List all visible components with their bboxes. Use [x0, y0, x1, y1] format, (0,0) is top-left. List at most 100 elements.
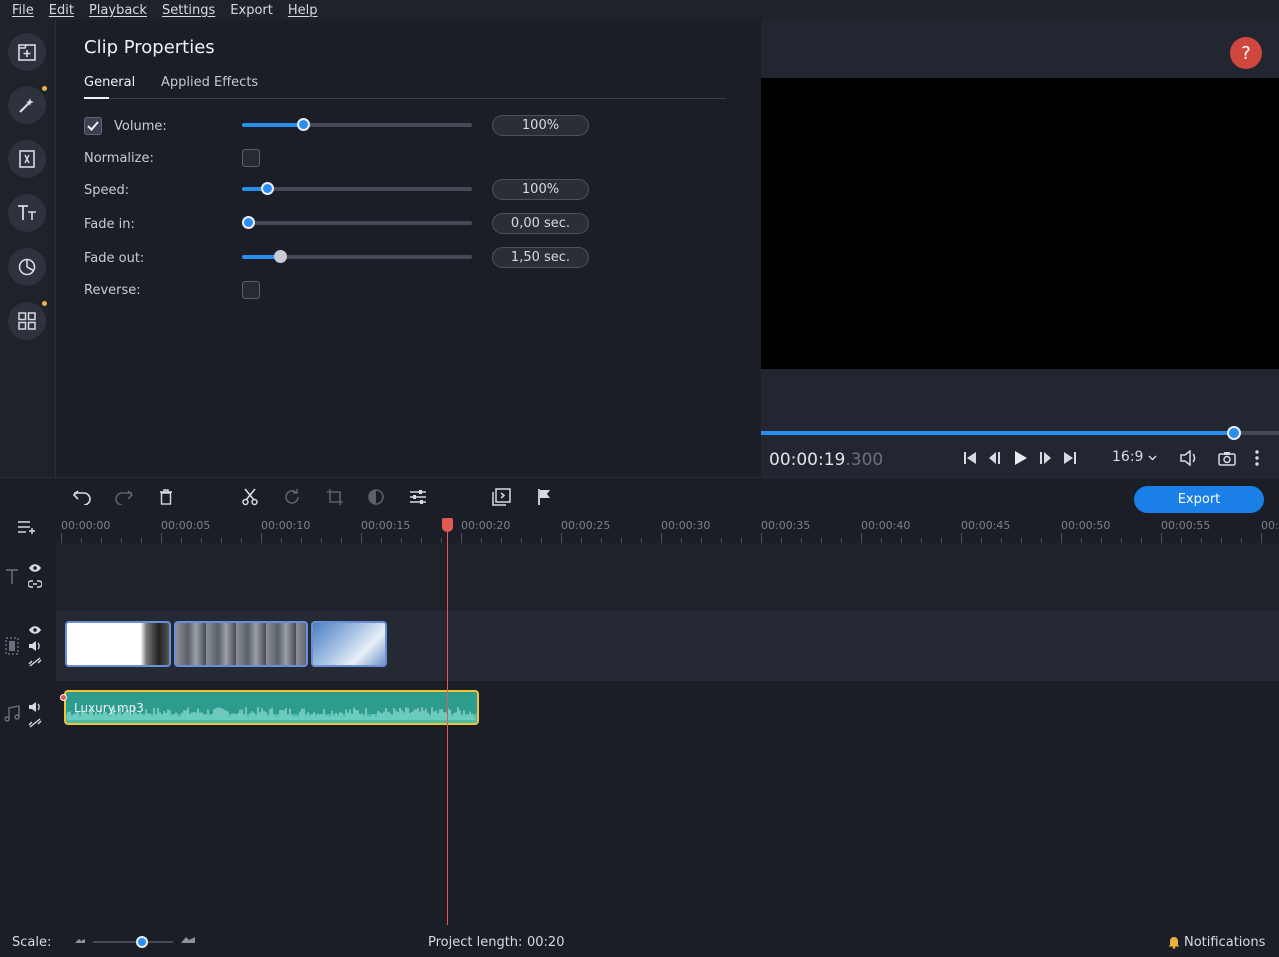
notifications-button[interactable]: Notifications — [1184, 935, 1265, 950]
menu-export[interactable]: Export — [230, 3, 273, 18]
redo-button[interactable] — [113, 486, 135, 508]
ruler-tick-label: 00:00:40 — [861, 519, 911, 532]
video-clip-2[interactable] — [174, 621, 308, 667]
playhead-handle[interactable] — [442, 518, 453, 532]
crop-button[interactable] — [324, 486, 346, 508]
color-adjust-button[interactable] — [365, 486, 387, 508]
fade-out-slider-knob[interactable] — [274, 250, 287, 263]
chevron-down-icon — [1148, 455, 1157, 461]
menu-playback[interactable]: Playback — [89, 3, 147, 18]
ruler-tick — [1261, 533, 1262, 543]
volume-value[interactable]: 100% — [492, 115, 589, 136]
volume-button[interactable] — [1179, 448, 1199, 468]
delete-button[interactable] — [155, 486, 177, 508]
speaker-icon[interactable] — [28, 701, 42, 713]
fade-in-slider-knob[interactable] — [242, 216, 255, 229]
transitions-button[interactable] — [8, 140, 46, 178]
volume-slider-knob[interactable] — [297, 118, 310, 131]
scale-slider[interactable] — [93, 936, 173, 948]
fade-in-value[interactable]: 0,00 sec. — [492, 213, 589, 234]
menu-edit[interactable]: Edit — [49, 3, 74, 18]
fade-out-label: Fade out: — [84, 251, 145, 266]
playback-progress-knob[interactable] — [1227, 426, 1241, 440]
zoom-out-icon[interactable] — [74, 938, 86, 944]
volume-checkbox[interactable] — [84, 117, 102, 135]
playback-progress-track[interactable] — [1235, 431, 1279, 435]
skip-to-start-button[interactable] — [960, 448, 980, 468]
playhead-line — [447, 520, 448, 925]
next-frame-button[interactable] — [1036, 448, 1056, 468]
eye-icon[interactable] — [28, 625, 42, 635]
add-track-button[interactable] — [17, 519, 37, 539]
more-vertical-icon — [1255, 450, 1259, 466]
ruler-tick — [461, 533, 462, 543]
audio-volume-point[interactable] — [60, 694, 67, 701]
fade-in-slider[interactable] — [242, 216, 472, 229]
fade-out-value[interactable]: 1,50 sec. — [492, 247, 589, 268]
speed-slider-knob[interactable] — [261, 182, 274, 195]
video-clip-3[interactable] — [311, 621, 387, 667]
speed-value[interactable]: 100% — [492, 179, 589, 200]
snapshot-button[interactable] — [1217, 448, 1237, 468]
title-track[interactable] — [56, 543, 1279, 611]
next-frame-icon — [1040, 452, 1051, 464]
stickers-button[interactable] — [8, 248, 46, 286]
add-track-area — [0, 517, 56, 543]
filters-button[interactable] — [8, 86, 46, 124]
unlink-icon[interactable] — [28, 717, 42, 729]
more-tools-notification-dot — [42, 301, 47, 306]
tab-general[interactable]: General — [84, 75, 135, 90]
bell-icon[interactable] — [1168, 936, 1180, 949]
split-button[interactable] — [239, 486, 261, 508]
ruler-tick — [1161, 533, 1162, 543]
play-button[interactable] — [1010, 448, 1030, 468]
sliders-icon — [410, 490, 426, 504]
normalize-checkbox[interactable] — [242, 149, 260, 167]
import-button[interactable] — [8, 33, 46, 71]
tab-applied-effects[interactable]: Applied Effects — [161, 75, 258, 90]
more-options-button[interactable] — [1247, 448, 1267, 468]
preview-panel: ? 00:00:19.300 16:9 — [761, 20, 1279, 477]
clip-properties-button[interactable] — [407, 486, 429, 508]
undo-button[interactable] — [71, 486, 93, 508]
flag-icon — [538, 489, 550, 505]
video-track[interactable] — [56, 611, 1279, 681]
reverse-checkbox[interactable] — [242, 281, 260, 299]
tools-sidebar — [0, 20, 56, 477]
speaker-icon[interactable] — [28, 640, 42, 652]
menu-settings[interactable]: Settings — [162, 3, 215, 18]
clip-properties-panel: Clip Properties General Applied Effects … — [57, 20, 760, 477]
unlink-icon[interactable] — [28, 656, 42, 668]
more-tools-button[interactable] — [8, 302, 46, 340]
ruler-tick — [661, 533, 662, 543]
color-adjust-icon — [368, 489, 384, 505]
speed-slider[interactable] — [242, 182, 472, 195]
volume-slider[interactable] — [242, 118, 472, 131]
previous-frame-button[interactable] — [984, 448, 1004, 468]
status-bar: Scale: Project length: 00:20 Notificatio… — [0, 925, 1279, 957]
menu-file[interactable]: File — [12, 3, 34, 18]
title-track-icon — [6, 569, 18, 584]
rotate-button[interactable] — [281, 486, 303, 508]
link-icon[interactable] — [28, 579, 42, 589]
menu-help[interactable]: Help — [288, 3, 318, 18]
ruler-tick — [961, 533, 962, 543]
export-button[interactable]: Export — [1134, 486, 1264, 513]
aspect-ratio-select[interactable]: 16:9 — [1112, 449, 1157, 465]
timeline-ruler[interactable]: 00:00:00 00:00:05 00:00:10 00:00:15 00:00:20… — [56, 517, 1279, 543]
video-clip-1[interactable] — [65, 621, 171, 667]
timeline-toolbar: Export — [0, 477, 1279, 517]
add-marker-button[interactable] — [533, 486, 555, 508]
zoom-in-icon[interactable] — [180, 936, 196, 944]
titles-button[interactable] — [8, 194, 46, 232]
audio-clip[interactable]: Luxury.mp3 — [64, 690, 479, 725]
insert-clip-button[interactable] — [491, 486, 513, 508]
help-button[interactable]: ? — [1230, 37, 1262, 69]
skip-start-icon — [964, 452, 976, 464]
scale-slider-knob[interactable] — [136, 936, 148, 948]
skip-to-end-button[interactable] — [1060, 448, 1080, 468]
speed-label: Speed: — [84, 183, 130, 198]
eye-icon[interactable] — [28, 563, 42, 573]
fade-out-slider[interactable] — [242, 250, 472, 263]
magic-wand-icon — [19, 98, 34, 113]
